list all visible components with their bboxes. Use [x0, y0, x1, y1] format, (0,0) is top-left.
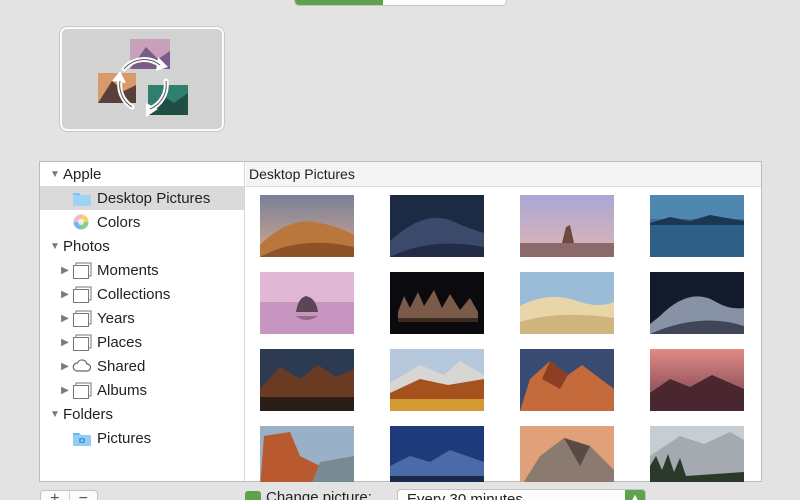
disclosure-closed-icon[interactable]: ▶ [59, 360, 71, 372]
sidebar-item-albums[interactable]: ▶ Albums [40, 378, 244, 402]
album-icon [72, 309, 92, 327]
sidebar-item-label: Colors [97, 213, 141, 231]
sidebar-item-moments[interactable]: ▶ Moments [40, 258, 244, 282]
color-wheel-icon [72, 213, 92, 231]
picture-source-panel: ▼ Apple Desktop Pictures Colors ▼ Photos… [39, 161, 762, 482]
desktop-picture-thumbnail[interactable] [260, 195, 354, 257]
change-interval-value: Every 30 minutes [407, 491, 523, 500]
desktop-picture-thumbnail[interactable] [520, 272, 614, 334]
disclosure-closed-icon[interactable]: ▶ [59, 384, 71, 396]
desktop-picture-thumbnail[interactable] [520, 349, 614, 411]
sidebar-item-collections[interactable]: ▶ Collections [40, 282, 244, 306]
desktop-picture-thumbnail[interactable] [390, 272, 484, 334]
sidebar-item-label: Apple [63, 165, 102, 183]
tab-segmented-control[interactable] [294, 0, 507, 6]
album-icon [72, 333, 92, 351]
desktop-picture-thumbnail[interactable] [260, 349, 354, 411]
desktop-picture-thumbnail[interactable] [650, 349, 744, 411]
sidebar-item-colors[interactable]: Colors [40, 210, 244, 234]
disclosure-closed-icon[interactable]: ▶ [59, 264, 71, 276]
sidebar-item-label: Pictures [97, 429, 152, 447]
sidebar-item-years[interactable]: ▶ Years [40, 306, 244, 330]
sidebar-item-shared[interactable]: ▶ Shared [40, 354, 244, 378]
album-icon [72, 261, 92, 279]
add-remove-folder-control: + − [40, 490, 98, 500]
remove-folder-button[interactable]: − [68, 491, 98, 500]
sidebar-group-photos[interactable]: ▼ Photos [40, 234, 244, 258]
chevron-updown-icon: ▲ [625, 490, 645, 500]
desktop-picture-thumbnail[interactable] [390, 426, 484, 482]
desktop-picture-thumbnail[interactable] [260, 426, 354, 482]
desktop-picture-thumbnail[interactable] [520, 426, 614, 482]
tab-screen-saver[interactable] [383, 0, 506, 5]
sidebar-group-folders[interactable]: ▼ Folders [40, 402, 244, 426]
sidebar-item-places[interactable]: ▶ Places [40, 330, 244, 354]
desktop-picture-thumbnail[interactable] [390, 195, 484, 257]
desktop-picture-thumbnail[interactable] [520, 195, 614, 257]
disclosure-open-icon[interactable]: ▼ [49, 168, 61, 180]
disclosure-open-icon[interactable]: ▼ [49, 408, 61, 420]
desktop-picture-thumbnail[interactable] [390, 349, 484, 411]
current-picture-preview [60, 27, 224, 131]
sidebar-item-label: Albums [97, 381, 148, 399]
desktop-picture-thumbnail[interactable] [260, 272, 354, 334]
sidebar-item-label: Years [97, 309, 135, 327]
change-interval-select[interactable]: Every 30 minutes ▲ [397, 489, 646, 500]
sidebar-item-desktop-pictures[interactable]: Desktop Pictures [40, 186, 244, 210]
sidebar-group-apple[interactable]: ▼ Apple [40, 162, 244, 186]
tab-desktop[interactable] [295, 0, 383, 5]
desktop-picture-thumbnail[interactable] [650, 195, 744, 257]
sidebar-item-pictures[interactable]: Pictures [40, 426, 244, 450]
sidebar-item-label: Folders [63, 405, 114, 423]
collection-title: Desktop Pictures [246, 162, 761, 187]
disclosure-closed-icon[interactable]: ▶ [59, 336, 71, 348]
pictures-folder-icon [72, 429, 92, 447]
change-picture-checkbox[interactable] [245, 491, 261, 500]
sidebar-item-label: Places [97, 333, 143, 351]
disclosure-closed-icon[interactable]: ▶ [59, 288, 71, 300]
source-list[interactable]: ▼ Apple Desktop Pictures Colors ▼ Photos… [40, 162, 245, 481]
sidebar-item-label: Desktop Pictures [97, 189, 211, 207]
folder-icon [72, 189, 92, 207]
change-picture-label: Change picture: [266, 489, 372, 500]
disclosure-closed-icon[interactable]: ▶ [59, 312, 71, 324]
sidebar-item-label: Shared [97, 357, 146, 375]
sidebar-item-label: Moments [97, 261, 159, 279]
cloud-icon [72, 357, 92, 375]
sidebar-item-label: Photos [63, 237, 110, 255]
sidebar-item-label: Collections [97, 285, 171, 303]
album-icon [72, 381, 92, 399]
thumbnail-browser: Desktop Pictures [246, 162, 761, 482]
disclosure-open-icon[interactable]: ▼ [49, 240, 61, 252]
album-icon [72, 285, 92, 303]
desktop-picture-thumbnail[interactable] [650, 272, 744, 334]
add-folder-button[interactable]: + [41, 491, 69, 500]
desktop-picture-thumbnail[interactable] [650, 426, 744, 482]
